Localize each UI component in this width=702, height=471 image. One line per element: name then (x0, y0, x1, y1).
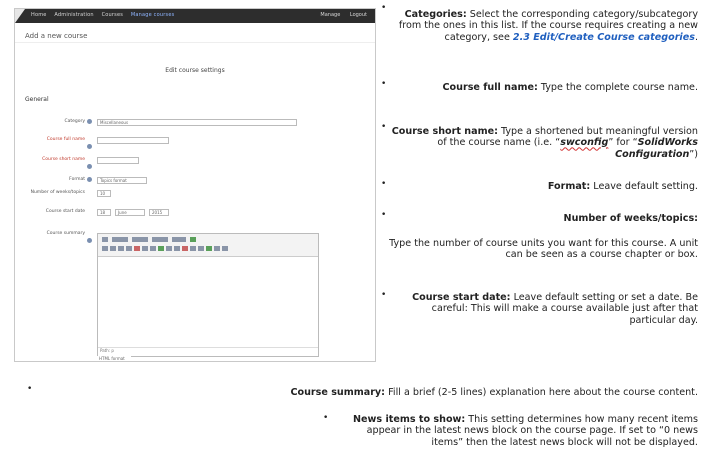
editor-path: Path: p (98, 347, 318, 356)
nav-item: Home (31, 12, 47, 18)
nav-item: Administration (54, 12, 94, 18)
start-day-select: 18 (97, 209, 111, 216)
nav-right-item: Manage (320, 12, 341, 18)
bullet: • (381, 3, 387, 13)
bullet: • (27, 384, 33, 394)
label-summary: Course summary (46, 231, 85, 236)
label-fullname: Course full name (46, 137, 85, 142)
note-format: Format: Leave default setting. (394, 181, 698, 192)
nav-right-item: Logout (349, 12, 367, 18)
bullet: • (381, 290, 387, 300)
row-startdate: Course start date 18 June 2015 (15, 209, 375, 219)
note-term: Course full name: (442, 82, 538, 93)
label-category: Category (64, 119, 85, 124)
numsections-select: 10 (97, 190, 111, 197)
note-text: Type the complete course name. (537, 82, 698, 93)
bullet: • (381, 179, 387, 189)
moodle-user-menu: Manage Logout (312, 12, 367, 18)
note-shortname: Course short name: Type a shortened but … (384, 126, 698, 160)
note-news: News items to show: This setting determi… (336, 414, 698, 448)
section-general: General (25, 96, 49, 103)
note-categories: Categories: Select the corresponding cat… (394, 9, 698, 43)
note-text: ” for “ (608, 137, 638, 149)
start-month-select: June (115, 209, 145, 216)
note-term: Course start date: (412, 292, 511, 303)
summary-editor: Path: p (97, 233, 319, 357)
row-numsections: Number of weeks/topics 10 (15, 190, 375, 200)
fullname-field (97, 137, 169, 144)
bullet: • (381, 210, 387, 220)
note-term: News items to show: (353, 414, 466, 425)
label-startdate: Course start date (45, 209, 85, 214)
form-heading: Edit course settings (165, 67, 225, 74)
note-term: Course short name: (391, 126, 498, 137)
note-fullname: Course full name: Type the complete cour… (394, 82, 699, 93)
note-startdate: Course start date: Leave default setting… (390, 292, 698, 326)
shortname-field (97, 157, 139, 164)
help-icon (87, 238, 92, 243)
note-numweeks-title: Number of weeks/topics: (394, 213, 698, 224)
note-summary: Course summary: Fill a brief (2-5 lines)… (40, 387, 698, 398)
help-icon (87, 164, 92, 169)
label-shortname: Course short name (42, 157, 85, 162)
category-select: Miscellaneous (97, 119, 297, 126)
note-term: Categories: (404, 9, 467, 20)
row-fullname: Course full name (15, 137, 375, 149)
help-icon (87, 177, 92, 182)
note-term: Number of weeks/topics: (563, 213, 698, 224)
note-numweeks: Type the number of course units you want… (380, 238, 698, 261)
help-icon (87, 119, 92, 124)
note-text: ”) (689, 148, 698, 160)
moodle-logo (15, 9, 25, 23)
bullet: • (381, 79, 387, 89)
help-icon (87, 144, 92, 149)
note-text: Leave default setting. (590, 181, 698, 192)
note-text: Type the number of course units you want… (389, 238, 698, 261)
label-format: Format (69, 177, 85, 182)
start-year-select: 2015 (149, 209, 169, 216)
label-numsections: Number of weeks/topics (30, 190, 85, 195)
note-term: Format: (547, 181, 591, 192)
row-shortname: Course short name (15, 157, 375, 169)
moodle-navbar: Home Administration Courses Manage cours… (15, 9, 375, 23)
nav-item: Courses (101, 12, 124, 18)
note-term: Course summary: (290, 387, 386, 398)
editor-format: HTML format (97, 356, 131, 361)
moodle-breadcrumb: Home Administration Courses Manage cours… (31, 12, 180, 18)
nav-item: Manage courses (130, 12, 175, 18)
editor-toolbar (98, 234, 318, 257)
note-text: . (694, 31, 698, 43)
moodle-screenshot: Home Administration Courses Manage cours… (14, 8, 376, 362)
moodle-page-title: Add a new course (15, 23, 375, 43)
format-select: Topics format (97, 177, 147, 184)
note-text: Fill a brief (2-5 lines) explanation her… (385, 387, 698, 398)
bullet: • (323, 413, 329, 423)
row-category: Category Miscellaneous (15, 119, 375, 129)
row-format: Format Topics format (15, 177, 375, 187)
shortname-example: swconfig (560, 137, 609, 149)
categories-link[interactable]: 2.3 Edit/Create Course categories (513, 32, 695, 43)
